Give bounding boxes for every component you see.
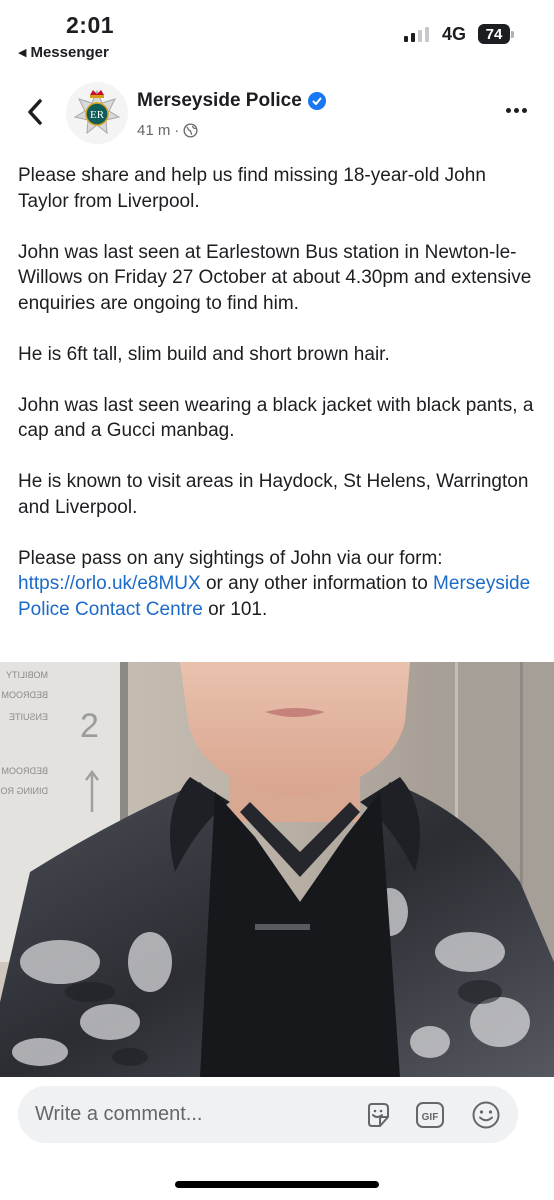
- page-name-link[interactable]: Merseyside Police: [137, 90, 326, 112]
- post-photo[interactable]: MOBILITY BEDROOM ENSUITE BEDROOM DINING …: [0, 662, 554, 1077]
- contact-text: or 101.: [202, 598, 268, 620]
- post-paragraph: Please share and help us find missing 18…: [18, 165, 486, 212]
- more-options-icon[interactable]: [506, 108, 527, 113]
- post-paragraph: He is known to visit areas in Haydock, S…: [18, 471, 529, 518]
- sticker-icon[interactable]: [363, 1100, 393, 1130]
- comment-placeholder: Write a comment...: [35, 1103, 203, 1125]
- post-paragraph-contact: Please pass on any sightings of John via…: [18, 546, 538, 623]
- comment-area: Write a comment... GIF: [0, 1077, 554, 1200]
- post-header: ER Merseyside Police 41 m ·: [0, 78, 554, 148]
- battery-level: 74: [478, 24, 510, 44]
- comment-input[interactable]: Write a comment... GIF: [18, 1086, 518, 1143]
- post-paragraph: John was last seen at Earlestown Bus sta…: [18, 241, 532, 314]
- post-paragraph: John was last seen wearing a black jacke…: [18, 394, 534, 442]
- sign-number: 2: [80, 707, 99, 745]
- police-badge-icon: ER: [73, 89, 121, 135]
- sign-line: ENSUITE: [9, 712, 48, 722]
- sign-line: MOBILITY: [6, 670, 48, 680]
- contact-text: Please pass on any sightings of John via…: [18, 547, 443, 569]
- gif-label: GIF: [422, 1112, 439, 1123]
- sign-line: BEDROOM: [1, 690, 48, 700]
- page-avatar[interactable]: ER: [66, 82, 128, 144]
- page-name: Merseyside Police: [137, 90, 302, 111]
- back-app-label: Messenger: [30, 44, 109, 61]
- missing-person-photo: MOBILITY BEDROOM ENSUITE BEDROOM DINING …: [0, 662, 554, 1077]
- post-time: 41 m: [137, 122, 171, 139]
- verified-badge-icon: [307, 92, 326, 110]
- emoji-icon[interactable]: [471, 1100, 501, 1130]
- back-chevron-icon: [28, 99, 42, 125]
- globe-icon: [183, 123, 198, 138]
- avatar-text: ER: [90, 109, 105, 121]
- home-indicator[interactable]: [175, 1181, 379, 1188]
- status-bar: 2:01 ◀ Messenger 4G 74: [0, 0, 554, 70]
- post-paragraph: He is 6ft tall, slim build and short bro…: [18, 343, 390, 365]
- signal-strength-icon: [404, 26, 429, 42]
- battery-icon: 74: [478, 24, 514, 44]
- contact-text: or any other information to: [200, 573, 434, 594]
- form-link[interactable]: https://orlo.uk/e8MUX: [18, 573, 201, 594]
- post-body: Please share and help us find missing 18…: [18, 163, 538, 648]
- back-button[interactable]: [22, 92, 48, 132]
- back-to-messenger[interactable]: ◀ Messenger: [18, 44, 109, 61]
- status-time: 2:01: [66, 12, 115, 38]
- sign-line: DINING ROOM: [0, 786, 48, 796]
- network-type: 4G: [442, 24, 467, 44]
- post-meta: 41 m ·: [137, 122, 198, 139]
- back-triangle-icon: ◀: [18, 47, 27, 59]
- meta-separator: ·: [174, 122, 180, 139]
- sign-line: BEDROOM: [1, 766, 48, 776]
- gif-icon[interactable]: GIF: [415, 1100, 445, 1130]
